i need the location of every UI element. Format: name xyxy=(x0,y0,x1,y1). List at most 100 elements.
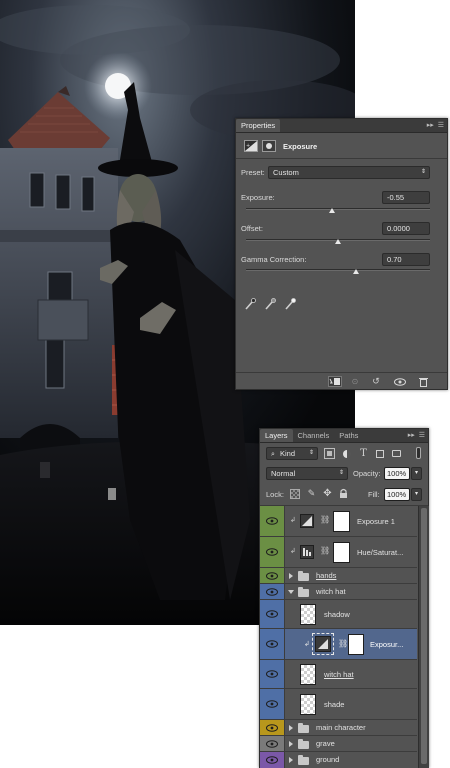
view-previous-icon[interactable]: ⊙ xyxy=(348,376,362,387)
select-arrows-icon: ⇕ xyxy=(420,169,426,175)
visibility-toggle[interactable] xyxy=(260,629,285,659)
folder-icon xyxy=(298,723,309,733)
offset-label: Offset: xyxy=(241,224,263,233)
expand-triangle-icon[interactable] xyxy=(289,573,293,579)
preset-label: Preset: xyxy=(241,168,265,177)
layer-thumbnail[interactable] xyxy=(300,694,316,715)
clip-arrow-icon: ↲ xyxy=(304,641,310,648)
hue-saturation-adjustment-icon xyxy=(300,545,314,559)
offset-input[interactable]: 0.0000 xyxy=(382,222,430,235)
layer-row-witch-hat-group[interactable]: witch hat xyxy=(260,584,417,600)
layer-mask-thumbnail[interactable] xyxy=(348,634,364,655)
gamma-slider[interactable] xyxy=(246,269,430,271)
collapse-triangle-icon[interactable] xyxy=(288,590,294,594)
collapse-panel-icon[interactable]: ▸▸ xyxy=(408,431,415,440)
reset-icon[interactable]: ↺ xyxy=(369,376,383,387)
expand-triangle-icon[interactable] xyxy=(289,741,293,747)
layer-thumbnail[interactable] xyxy=(300,604,316,625)
visibility-toggle[interactable] xyxy=(260,660,285,688)
tab-channels[interactable]: Channels xyxy=(293,429,335,442)
visibility-icon[interactable] xyxy=(393,376,407,387)
exposure-input[interactable]: -0.55 xyxy=(382,191,430,204)
layer-row-ground[interactable]: ground xyxy=(260,752,417,768)
opacity-input[interactable]: 100% xyxy=(384,467,410,480)
chain-link-icon[interactable]: ⛓ xyxy=(338,639,348,648)
fill-dropdown-button[interactable]: ▾ xyxy=(411,488,422,501)
filter-pixel-icon[interactable] xyxy=(324,448,335,459)
filter-smart-object-icon[interactable] xyxy=(391,448,402,459)
exposure-slider[interactable] xyxy=(246,208,430,210)
visibility-toggle[interactable] xyxy=(260,689,285,719)
visibility-toggle[interactable] xyxy=(260,537,285,567)
layer-row-exposure-1[interactable]: ↲ ⛓ Exposure 1 xyxy=(260,506,417,537)
gamma-input[interactable]: 0.70 xyxy=(382,253,430,266)
gamma-slider-thumb[interactable] xyxy=(353,269,360,274)
clip-to-layer-icon[interactable] xyxy=(328,376,342,387)
eye-icon xyxy=(266,670,278,678)
exposure-adjustment-icon xyxy=(300,514,314,528)
blend-mode-select[interactable]: Normal ⇕ xyxy=(266,467,348,480)
exposure-slider-thumb[interactable] xyxy=(329,208,336,213)
layer-mask-thumbnail[interactable] xyxy=(333,542,350,563)
collapse-panel-icon[interactable]: ▸▸ xyxy=(427,121,434,130)
layer-row-hands[interactable]: hands xyxy=(260,568,417,584)
lock-position-icon[interactable]: ✥ xyxy=(322,488,333,499)
layer-row-witch-hat[interactable]: witch hat xyxy=(260,660,417,689)
tab-properties[interactable]: Properties xyxy=(236,119,281,132)
filter-adjustment-icon[interactable] xyxy=(341,448,352,459)
lock-image-pixels-icon[interactable]: ✎ xyxy=(306,488,317,499)
layers-scrollbar[interactable] xyxy=(418,506,429,768)
lock-all-icon[interactable] xyxy=(338,488,349,499)
tab-paths[interactable]: Paths xyxy=(334,429,363,442)
folder-icon xyxy=(298,739,309,749)
opacity-label: Opacity: xyxy=(353,469,381,478)
layer-row-hue-saturation[interactable]: ↲ ⛓ Hue/Saturat... xyxy=(260,537,417,568)
layer-name: shadow xyxy=(324,610,350,619)
filter-kind-select[interactable]: ⌕ Kind ⇕ xyxy=(266,447,318,460)
mask-icon[interactable] xyxy=(262,140,276,152)
delete-icon[interactable] xyxy=(416,376,430,387)
layer-name: Exposure 1 xyxy=(357,517,395,526)
panel-menu-icon[interactable]: ☰ xyxy=(419,431,425,440)
visibility-toggle[interactable] xyxy=(260,736,285,751)
folder-open-icon xyxy=(298,587,309,597)
panel-menu-icon[interactable]: ☰ xyxy=(438,121,444,130)
visibility-toggle[interactable] xyxy=(260,752,285,768)
chain-link-icon[interactable]: ⛓ xyxy=(320,515,330,524)
layer-thumbnail[interactable] xyxy=(300,664,316,685)
lock-transparent-pixels-icon[interactable] xyxy=(290,489,300,499)
visibility-toggle[interactable] xyxy=(260,568,285,583)
layer-row-main-character[interactable]: main character xyxy=(260,720,417,736)
select-arrows-icon: ⇕ xyxy=(308,450,314,456)
filter-toggle-icon[interactable] xyxy=(414,446,422,460)
scrollbar-thumb[interactable] xyxy=(421,508,427,764)
layer-row-exposure-selected[interactable]: ↲ ⛓ Exposur... xyxy=(260,629,417,660)
search-icon: ⌕ xyxy=(271,451,275,458)
visibility-toggle[interactable] xyxy=(260,720,285,735)
visibility-toggle[interactable] xyxy=(260,584,285,599)
clip-arrow-icon: ↲ xyxy=(290,548,296,555)
eye-icon xyxy=(266,571,278,580)
tab-layers[interactable]: Layers xyxy=(260,429,293,442)
layer-row-grave[interactable]: grave xyxy=(260,736,417,752)
eye-icon xyxy=(266,610,278,618)
white-eyedropper-icon[interactable] xyxy=(284,297,296,311)
layer-row-shade[interactable]: shade xyxy=(260,689,417,720)
properties-footer: ⊙ ↺ xyxy=(236,372,447,389)
visibility-toggle[interactable] xyxy=(260,506,285,536)
black-eyedropper-icon[interactable] xyxy=(244,297,256,311)
filter-shape-icon[interactable] xyxy=(374,448,385,459)
opacity-dropdown-button[interactable]: ▾ xyxy=(411,467,422,480)
layer-mask-thumbnail[interactable] xyxy=(333,511,350,532)
filter-type-icon[interactable]: T xyxy=(358,447,369,459)
chain-link-icon[interactable]: ⛓ xyxy=(320,546,330,555)
gray-eyedropper-icon[interactable] xyxy=(264,297,276,311)
fill-input[interactable]: 100% xyxy=(384,488,410,501)
filter-kind-value: Kind xyxy=(280,449,296,458)
offset-slider-thumb[interactable] xyxy=(335,239,341,244)
layer-row-shadow[interactable]: shadow xyxy=(260,600,417,629)
visibility-toggle[interactable] xyxy=(260,600,285,628)
expand-triangle-icon[interactable] xyxy=(289,725,293,731)
preset-select[interactable]: Custom ⇕ xyxy=(268,166,430,179)
expand-triangle-icon[interactable] xyxy=(289,757,293,763)
